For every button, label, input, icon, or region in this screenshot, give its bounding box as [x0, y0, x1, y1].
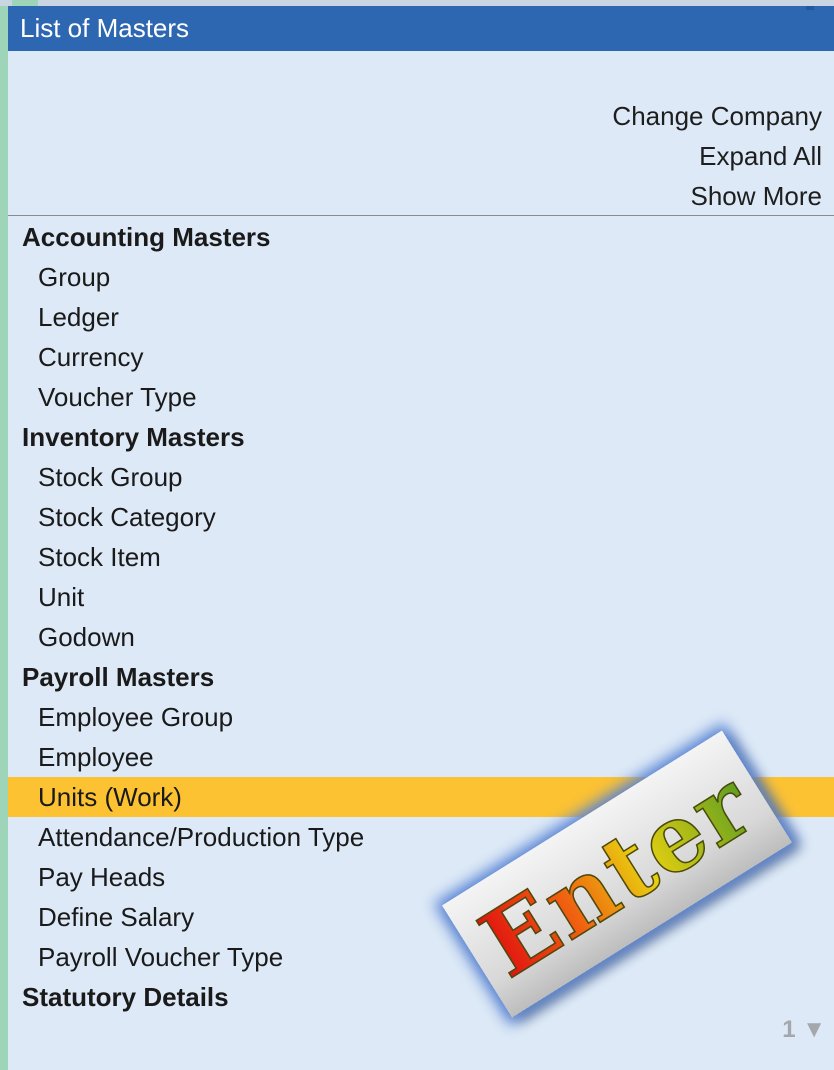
list-item-ledger[interactable]: Ledger [8, 297, 834, 337]
masters-list: Accounting Masters Group Ledger Currency… [8, 217, 834, 1017]
list-of-masters-panel: List of Masters Change Company Expand Al… [8, 6, 834, 1070]
list-item-stock-category[interactable]: Stock Category [8, 497, 834, 537]
list-item-currency[interactable]: Currency [8, 337, 834, 377]
change-company-button[interactable]: Change Company [612, 96, 822, 136]
list-item-employee-group[interactable]: Employee Group [8, 697, 834, 737]
title-bar: List of Masters [8, 6, 834, 51]
page-title: List of Masters [20, 13, 190, 43]
group-heading-inventory: Inventory Masters [22, 422, 245, 452]
group-heading-statutory[interactable]: Statutory Details [8, 977, 834, 1017]
group-heading-accounting: Accounting Masters [22, 222, 271, 252]
show-more-button[interactable]: Show More [612, 176, 823, 216]
list-item-define-salary[interactable]: Define Salary [8, 897, 834, 937]
expand-all-button[interactable]: Expand All [612, 136, 822, 176]
list-item-voucher-type[interactable]: Voucher Type [8, 377, 834, 417]
list-item-payroll-voucher-type[interactable]: Payroll Voucher Type [8, 937, 834, 977]
list-item-stock-group[interactable]: Stock Group [8, 457, 834, 497]
divider [8, 215, 834, 216]
group-heading-payroll: Payroll Masters [22, 662, 215, 692]
action-links: Change Company Expand All Show More [612, 96, 822, 216]
page-indicator[interactable]: 1 ▼ [782, 1016, 826, 1044]
list-item-group[interactable]: Group [8, 257, 834, 297]
list-item-godown[interactable]: Godown [8, 617, 834, 657]
list-item-stock-item[interactable]: Stock Item [8, 537, 834, 577]
list-item-unit[interactable]: Unit [8, 577, 834, 617]
title-bar-mark [806, 6, 814, 10]
